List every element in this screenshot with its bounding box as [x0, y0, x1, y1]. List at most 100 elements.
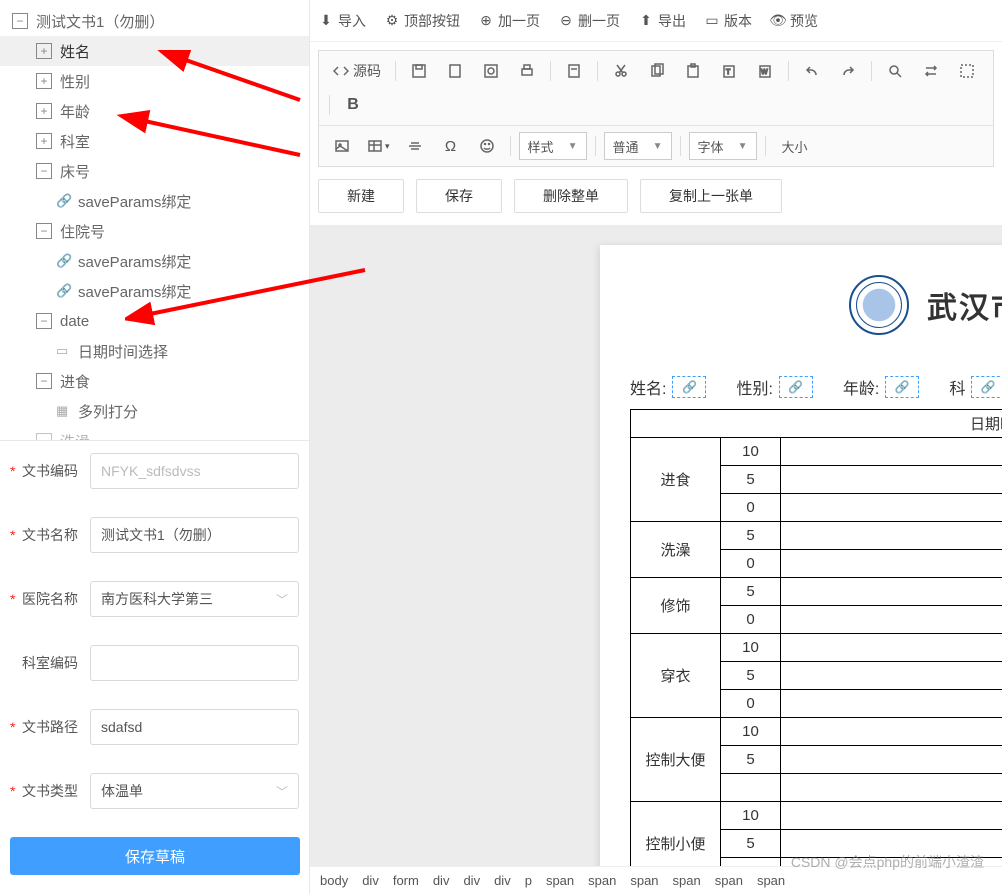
replace-button[interactable]	[916, 57, 946, 85]
path-segment[interactable]: div	[494, 873, 511, 888]
source-button[interactable]: 源码	[327, 57, 387, 85]
new-doc-button[interactable]	[440, 57, 470, 85]
cal-icon: ▭	[56, 343, 72, 359]
bold-button[interactable]: B	[338, 91, 368, 119]
hospital-name: 武汉市汉口医院	[927, 283, 1002, 327]
path-segment[interactable]: form	[393, 873, 419, 888]
path-segment[interactable]: div	[433, 873, 450, 888]
action-button[interactable]: 删除整单	[514, 179, 628, 213]
path-segment[interactable]: div	[362, 873, 379, 888]
redo-button[interactable]	[833, 57, 863, 85]
tree-child[interactable]: 🔗saveParams绑定	[0, 246, 309, 276]
minus-page-icon: ⊖	[558, 13, 574, 29]
save-icon-button[interactable]	[404, 57, 434, 85]
special-char-button[interactable]: Ω	[436, 132, 466, 160]
path-segment[interactable]: span	[588, 873, 616, 888]
table-row: 穿衣10完全独立	[631, 634, 1002, 662]
size-select[interactable]: 大小	[774, 132, 842, 160]
minus-page-button[interactable]: ⊖删一页	[558, 11, 620, 31]
plus-page-button[interactable]: ⊕加一页	[478, 11, 540, 31]
path-segment[interactable]: span	[757, 873, 785, 888]
tree-item[interactable]: −住院号	[0, 216, 309, 246]
tree-item[interactable]: −进食	[0, 366, 309, 396]
save-draft-button[interactable]: 保存草稿	[10, 837, 300, 875]
version-button[interactable]: ▭版本	[704, 11, 752, 31]
path-segment[interactable]: span	[673, 873, 701, 888]
link-icon: 🔗	[56, 253, 72, 269]
paste-text-icon: T	[721, 63, 737, 79]
select-all-button[interactable]	[952, 57, 982, 85]
undo-button[interactable]	[797, 57, 827, 85]
tree-child[interactable]: 🔗saveParams绑定	[0, 276, 309, 306]
tree-item[interactable]: +姓名	[0, 36, 309, 66]
template-button[interactable]	[559, 57, 589, 85]
table-header: 日期时间	[631, 410, 1002, 438]
select-type[interactable]: 体温单﹀	[90, 773, 299, 809]
tree-child[interactable]: ▭日期时间选择	[0, 336, 309, 366]
copy-button[interactable]	[642, 57, 672, 85]
table-button[interactable]: ▾	[363, 132, 394, 160]
action-toolbar: 新建保存删除整单复制上一张单	[310, 167, 1002, 225]
path-segment[interactable]: span	[630, 873, 658, 888]
emoji-button[interactable]	[472, 132, 502, 160]
paste-word-button[interactable]: W	[750, 57, 780, 85]
copy-icon	[649, 63, 665, 79]
input-name[interactable]: 测试文书1（勿删）	[90, 517, 299, 553]
version-icon: ▭	[704, 13, 720, 29]
tree-child[interactable]: 🔗saveParams绑定	[0, 186, 309, 216]
paste-word-icon: W	[757, 63, 773, 79]
preview-button[interactable]	[476, 57, 506, 85]
path-segment[interactable]: body	[320, 873, 348, 888]
document-page[interactable]: 武汉市汉口医院 姓名:🔗性别:🔗年龄:🔗科🔗 日期时间进食10完全独立5需部分帮…	[600, 245, 1002, 894]
svg-text:W: W	[761, 69, 768, 76]
hr-button[interactable]	[400, 132, 430, 160]
preview-button[interactable]: 👁预览	[770, 11, 818, 31]
style-select[interactable]: 样式▼	[519, 132, 587, 160]
format-select[interactable]: 普通▼	[604, 132, 672, 160]
tree-item[interactable]: +性别	[0, 66, 309, 96]
undo-icon	[804, 63, 820, 79]
link-icon[interactable]: 🔗	[779, 376, 813, 398]
input-path[interactable]: sdafsd	[90, 709, 299, 745]
search-icon	[887, 63, 903, 79]
tree-item[interactable]: +年龄	[0, 96, 309, 126]
print-button[interactable]	[512, 57, 542, 85]
hospital-logo	[849, 275, 909, 335]
save-icon	[411, 63, 427, 79]
import-button[interactable]: ⬇导入	[318, 11, 366, 31]
export-button[interactable]: ⬆导出	[638, 11, 686, 31]
tree-item[interactable]: −洗澡	[0, 426, 309, 440]
image-button[interactable]	[327, 132, 357, 160]
path-segment[interactable]: p	[525, 873, 532, 888]
plus-page-icon: ⊕	[478, 13, 494, 29]
path-segment[interactable]: span	[715, 873, 743, 888]
select-all-icon	[959, 63, 975, 79]
font-select[interactable]: 字体▼	[689, 132, 757, 160]
tree-root[interactable]: −测试文书1（勿删）	[0, 6, 309, 36]
cut-button[interactable]	[606, 57, 636, 85]
action-button[interactable]: 新建	[318, 179, 404, 213]
select-hospital[interactable]: 南方医科大学第三﹀	[90, 581, 299, 617]
tree-child[interactable]: ▦多列打分	[0, 396, 309, 426]
watermark: CSDN @会点php的前端小渣渣	[791, 852, 984, 872]
link-icon[interactable]: 🔗	[971, 376, 1002, 398]
link-icon[interactable]: 🔗	[885, 376, 919, 398]
input-dept[interactable]	[90, 645, 299, 681]
tree-item[interactable]: +科室	[0, 126, 309, 156]
paste-button[interactable]	[678, 57, 708, 85]
link-icon[interactable]: 🔗	[672, 376, 706, 398]
path-segment[interactable]: span	[546, 873, 574, 888]
gear-button[interactable]: ⚙顶部按钮	[384, 11, 460, 31]
find-button[interactable]	[880, 57, 910, 85]
form-label-dept: 科室编码	[22, 653, 90, 673]
tree-panel: −测试文书1（勿删）+姓名+性别+年龄+科室−床号🔗saveParams绑定−住…	[0, 0, 309, 440]
action-button[interactable]: 复制上一张单	[640, 179, 782, 213]
input-code[interactable]: NFYK_sdfsdvss	[90, 453, 299, 489]
paste-text-button[interactable]: T	[714, 57, 744, 85]
path-segment[interactable]: div	[463, 873, 480, 888]
tree-item[interactable]: −date	[0, 306, 309, 336]
editor-toolbar: 源码 T W	[318, 50, 994, 167]
action-button[interactable]: 保存	[416, 179, 502, 213]
emoji-icon	[479, 138, 495, 154]
tree-item[interactable]: −床号	[0, 156, 309, 186]
